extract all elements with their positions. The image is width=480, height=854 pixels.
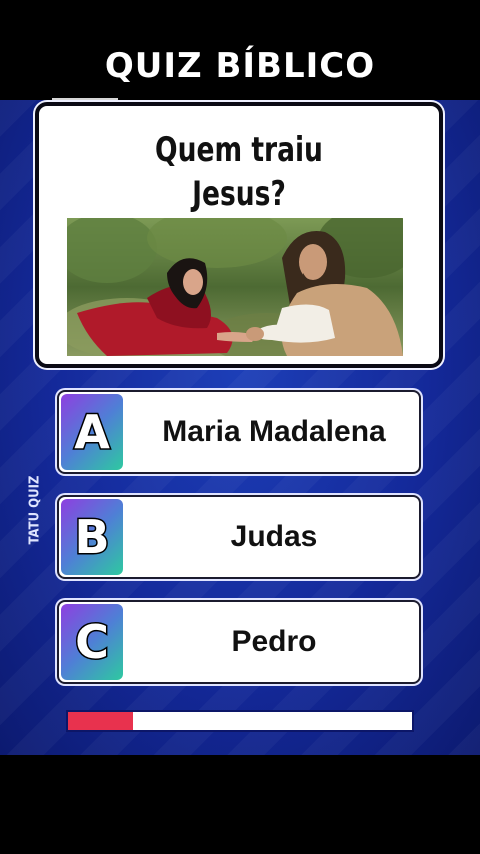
option-a-letter: A xyxy=(73,404,112,461)
option-c-letter: C xyxy=(74,614,111,671)
option-b-text: Judas xyxy=(230,520,318,553)
bottom-area xyxy=(0,755,480,854)
option-a-text: Maria Madalena xyxy=(162,415,386,448)
question-image xyxy=(67,218,403,356)
option-b-badge: B xyxy=(61,499,123,575)
app-title: QUIZ BÍBLICO xyxy=(104,46,376,86)
scene-illustration xyxy=(67,218,403,356)
option-c-text: Pedro xyxy=(231,625,317,658)
option-a-badge: A xyxy=(61,394,123,470)
option-b-letter: B xyxy=(73,509,111,566)
question-text: Quem traiu Jesus? xyxy=(83,128,395,216)
question-line-2: Jesus? xyxy=(192,174,286,214)
option-a[interactable]: A Maria Madalena xyxy=(57,390,421,474)
option-c[interactable]: C Pedro xyxy=(57,600,421,684)
timer-fill xyxy=(68,712,134,730)
question-card: Quem traiu Jesus? xyxy=(35,102,443,368)
question-line-1: Quem traiu xyxy=(155,130,323,170)
watermark: TATU QUIZ xyxy=(27,475,43,545)
option-c-badge: C xyxy=(61,604,123,680)
option-b[interactable]: B Judas xyxy=(57,495,421,579)
timer-bar xyxy=(66,710,414,732)
